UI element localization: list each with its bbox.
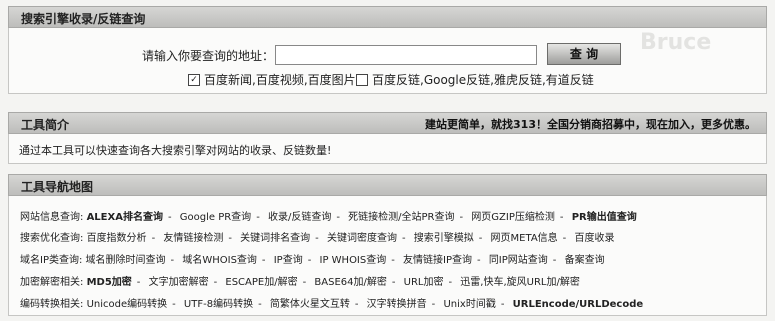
nav-row-crypto: 加密解密相关: MD5加密 - 文字加密解密 - ESCAPE加/解密 - BASE6…: [20, 277, 580, 288]
nav-row-encoding: 编码转换相关: Unicode编码转换 - UTF-8编码转换 - 简繁体火星文互转…: [20, 299, 644, 310]
nav-link-spider-sim[interactable]: 搜索引擎模拟: [414, 233, 474, 244]
nav-row-site-info: 网站信息查询: ALEXA排名查询 - Google PR查询 - 收录/反链查询 -…: [20, 212, 637, 223]
checkbox-checked-icon[interactable]: ✓: [188, 73, 200, 86]
option-backlinks[interactable]: 百度反链,Google反链,雅虎反链,有道反链: [356, 71, 594, 88]
nav-link-meta-info[interactable]: 网页META信息: [491, 233, 558, 244]
nav-link-utf8[interactable]: UTF-8编码转换: [184, 299, 253, 310]
intro-panel: 通过本工具可以快速查询各大搜索引擎对网站的收录、反链数量!: [8, 134, 767, 164]
nav-link-domain-delete[interactable]: 域名删除时间查询: [86, 255, 166, 266]
nav-row-seo: 搜索优化查询: 百度指数分析 - 友情链接检测 - 关键词排名查询 - 关键词密度查询…: [20, 233, 615, 244]
nav-link-text-crypt[interactable]: 文字加密解密: [149, 277, 209, 288]
search-section-header: 搜索引擎收录/反链查询: [8, 6, 767, 28]
nav-link-index-backlink[interactable]: 收录/反链查询: [268, 212, 331, 223]
nav-link-thunder-url[interactable]: 迅雷,快车,旋风URL加/解密: [460, 277, 580, 288]
nav-link-deadlink[interactable]: 死链接检测/全站PR查询: [348, 212, 454, 223]
url-input[interactable]: [275, 45, 537, 65]
nav-link-same-ip[interactable]: 同IP网站查询: [489, 255, 548, 266]
nav-link-google-pr[interactable]: Google PR查询: [180, 212, 251, 223]
nav-link-icp[interactable]: 备案查询: [565, 255, 605, 266]
page: 搜索引擎收录/反链查询 请输入你要查询的地址： 查 询 ✓ 百度新闻,百度视频,…: [0, 0, 775, 321]
nav-link-unix-time[interactable]: Unix时间戳: [443, 299, 495, 310]
nav-category: 域名IP类查询:: [20, 255, 83, 266]
nav-link-ip-lookup[interactable]: IP查询: [274, 255, 303, 266]
nav-link-friend-ip[interactable]: 友情链接IP查询: [403, 255, 472, 266]
nav-link-keyword-rank[interactable]: 关键词排名查询: [240, 233, 310, 244]
promo-link[interactable]: 建站更简单，就找313！全国分销商招募中，现在加入，更多优惠。: [425, 116, 756, 132]
nav-link-baidu-index[interactable]: 百度指数分析: [87, 233, 147, 244]
nav-link-friend-link[interactable]: 友情链接检测: [163, 233, 223, 244]
intro-text: 通过本工具可以快速查询各大搜索引擎对网站的收录、反链数量!: [19, 144, 332, 157]
nav-row-domain-ip: 域名IP类查询: 域名删除时间查询 - 域名WHOIS查询 - IP查询 - IP W…: [20, 255, 605, 266]
nav-link-ip-whois[interactable]: IP WHOIS查询: [320, 255, 387, 266]
checkbox-unchecked-icon[interactable]: [356, 73, 368, 86]
nav-section-title: 工具导航地图: [21, 180, 94, 194]
nav-link-pr-output[interactable]: PR输出值查询: [572, 212, 637, 223]
nav-category: 搜索优化查询:: [20, 233, 84, 244]
nav-link-baidu-index-count[interactable]: 百度收录: [574, 233, 614, 244]
nav-link-keyword-density[interactable]: 关键词密度查询: [327, 233, 397, 244]
nav-link-alexa[interactable]: ALEXA排名查询: [87, 212, 163, 223]
option-backlinks-label: 百度反链,Google反链,雅虎反链,有道反链: [372, 73, 594, 87]
url-label: 请输入你要查询的地址：: [142, 49, 275, 63]
nav-link-simp-trad[interactable]: 简繁体火星文互转: [270, 299, 350, 310]
search-section-title: 搜索引擎收录/反链查询: [21, 12, 146, 26]
nav-category: 编码转换相关:: [20, 299, 84, 310]
nav-link-escape[interactable]: ESCAPE加/解密: [225, 277, 297, 288]
nav-link-pinyin[interactable]: 汉字转换拼音: [367, 299, 427, 310]
option-baidu-media[interactable]: ✓ 百度新闻,百度视频,百度图片: [188, 71, 356, 88]
nav-category: 加密解密相关:: [20, 277, 84, 288]
nav-link-md5[interactable]: MD5加密: [87, 277, 132, 288]
option-baidu-media-label: 百度新闻,百度视频,百度图片: [204, 73, 356, 87]
nav-link-urlencode[interactable]: URLEncode/URLDecode: [513, 299, 644, 310]
nav-link-gzip[interactable]: 网页GZIP压缩检测: [471, 212, 555, 223]
nav-category: 网站信息查询:: [20, 212, 84, 223]
nav-section-header: 工具导航地图: [8, 174, 767, 196]
nav-link-unicode[interactable]: Unicode编码转换: [87, 299, 168, 310]
nav-link-base64[interactable]: BASE64加/解密: [314, 277, 386, 288]
intro-section-title: 工具简介: [21, 118, 70, 132]
watermark: Bruce: [640, 30, 712, 55]
nav-link-domain-whois[interactable]: 域名WHOIS查询: [182, 255, 257, 266]
nav-link-url-encrypt[interactable]: URL加密: [404, 277, 444, 288]
search-submit-button[interactable]: 查 询: [547, 43, 621, 65]
intro-section-header: 工具简介 建站更简单，就找313！全国分销商招募中，现在加入，更多优惠。: [8, 112, 767, 134]
